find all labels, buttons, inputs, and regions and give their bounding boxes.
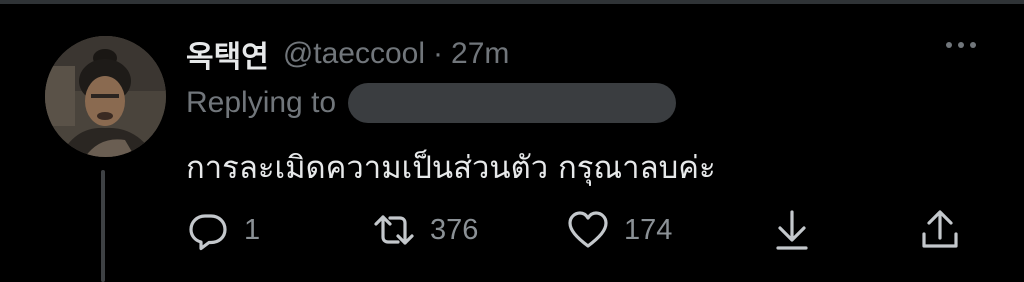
retweet-icon: [374, 215, 414, 245]
share-button[interactable]: [918, 206, 962, 254]
more-icon: [946, 42, 952, 48]
avatar[interactable]: [45, 36, 166, 157]
action-bar: 1 376 174: [0, 206, 1024, 254]
like-count: 174: [624, 213, 673, 246]
replying-to-line: Replying to: [186, 83, 677, 123]
more-icon-dot: [958, 42, 964, 48]
more-icon-dot: [970, 42, 976, 48]
tweet-text: การละเมิดความเป็นส่วนตัว กรุณาลบค่ะ: [186, 150, 716, 186]
reply-button[interactable]: 1: [186, 206, 260, 254]
more-options-button[interactable]: [946, 42, 976, 48]
replying-to-label: Replying to: [186, 86, 337, 119]
retweet-count: 376: [430, 213, 479, 246]
like-button[interactable]: 174: [566, 206, 672, 254]
reply-icon: [189, 214, 227, 251]
retweet-button[interactable]: 376: [372, 206, 478, 254]
separator-dot: ·: [433, 37, 444, 70]
redacted-mention: [348, 83, 677, 123]
share-icon: [922, 210, 958, 248]
timestamp[interactable]: 27m: [451, 37, 509, 71]
reply-count: 1: [244, 213, 261, 246]
tweet-header: 옥택연 @taeccool · 27m: [186, 32, 509, 76]
download-icon: [776, 210, 808, 250]
top-divider: [0, 0, 1024, 4]
display-name[interactable]: 옥택연: [186, 32, 269, 76]
user-handle[interactable]: @taeccool: [283, 37, 425, 71]
download-button[interactable]: [770, 206, 814, 254]
avatar-image: [45, 36, 166, 157]
heart-icon: [568, 211, 608, 248]
